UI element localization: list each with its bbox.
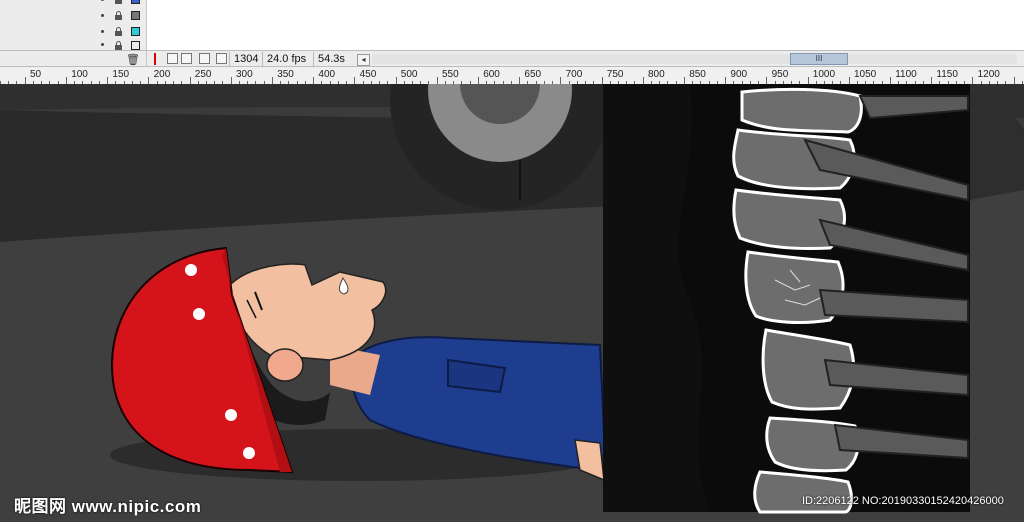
layer-frames[interactable] [147,8,1024,25]
ruler-tick [890,77,891,84]
ruler-label: 550 [442,69,459,80]
ruler-label: 900 [730,69,748,80]
ruler-tick [766,77,767,84]
ruler-tick [519,77,520,84]
ruler-tick [66,77,67,84]
visibility-dot-icon[interactable] [101,43,104,46]
ruler-label: 700 [565,69,583,80]
ruler-label: 750 [606,69,624,80]
timeline-status-bar: 🗑 1304 24.0 fps 54.3s ◂ III [0,50,1024,67]
ruler-tick [602,77,603,84]
horizontal-scrollbar[interactable] [372,54,1017,64]
ruler-label: 850 [689,69,706,80]
lock-icon[interactable] [114,0,123,4]
current-frame: 1304 [229,52,262,66]
stage-canvas[interactable] [0,84,1024,522]
ruler-label: 50 [30,69,42,80]
ruler-tick [272,77,273,84]
ruler-tick [148,77,149,84]
ruler-label: 300 [236,69,253,80]
layer-color-swatch[interactable] [131,0,140,4]
xray-spine-panel [603,84,1024,514]
layer-row[interactable] [0,24,1024,41]
ruler-tick [849,77,850,84]
ruler-tick [107,77,108,84]
visibility-dot-icon[interactable] [101,14,104,17]
ruler-label: 100 [71,69,88,80]
edit-multiple-frames-icon[interactable] [199,53,210,64]
ruler-label: 1150 [936,69,958,80]
ruler-label: 1050 [854,69,877,80]
playhead-icon[interactable] [150,53,160,65]
ruler-label: 950 [771,69,789,80]
modify-markers-icon[interactable] [216,53,227,64]
scene-illustration [0,84,1024,522]
ruler-label: 350 [277,69,294,80]
ruler-tick [684,77,685,84]
ruler-tick [1014,77,1015,84]
frame-rate[interactable]: 24.0 fps [262,52,310,66]
ruler-label: 1000 [812,69,836,80]
ruler-label: 200 [153,69,171,80]
ruler-label: 600 [483,69,500,80]
timeline-layers [0,0,1024,57]
scroll-left-button[interactable]: ◂ [357,54,370,66]
layer-color-swatch[interactable] [131,27,140,36]
ruler-label: 500 [400,69,418,80]
ruler-tick [725,77,726,84]
ruler-label: 150 [112,69,130,80]
ruler-label: 1200 [977,69,1000,80]
ruler-tick [25,77,26,84]
ruler-tick [972,77,973,84]
lock-icon[interactable] [114,11,123,20]
ruler-tick [808,77,809,84]
ruler-tick [437,77,438,84]
ruler-tick [313,77,314,84]
scrollbar-thumb[interactable]: III [790,53,848,65]
elapsed-time: 54.3s [313,52,349,66]
ruler-tick [478,77,479,84]
layer-color-swatch[interactable] [131,11,140,20]
onion-skin-icon[interactable] [167,53,178,64]
ruler-label: 450 [359,69,377,80]
layer-color-swatch[interactable] [131,41,140,50]
ruler-tick [643,77,644,84]
ruler-tick [190,77,191,84]
lock-icon[interactable] [114,41,123,50]
ruler-tick [931,77,932,84]
ruler-tick [560,77,561,84]
ruler-label: 400 [318,69,336,80]
image-id-watermark: ID:2206122 NO:20190330152420426000 [802,495,1004,507]
layer-frames[interactable] [147,24,1024,41]
ruler-label: 250 [194,69,212,80]
ruler-tick [231,77,232,84]
trash-icon[interactable]: 🗑 [126,53,140,66]
visibility-dot-icon[interactable] [101,30,104,33]
ruler-label: 650 [524,69,542,80]
horizontal-ruler: 50 100 150 200 250 300 350 400 450 500 550 600 650 70… [0,67,1024,85]
ruler-label: 800 [648,69,665,80]
ruler-label: 1100 [895,69,917,80]
lock-icon[interactable] [114,27,123,36]
layer-row[interactable] [0,8,1024,25]
site-watermark: 昵图网 www.nipic.com [14,497,202,516]
ruler-tick [354,77,355,84]
ruler-tick [396,77,397,84]
onion-outline-icon[interactable] [181,53,192,64]
